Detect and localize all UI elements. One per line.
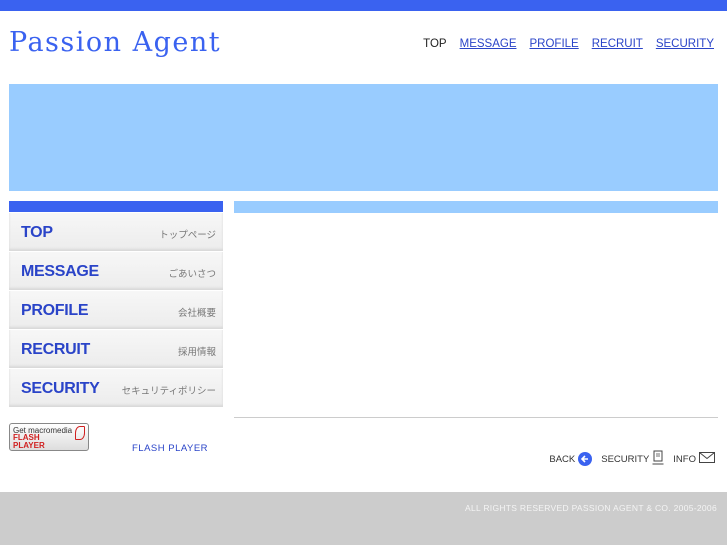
flash-badge-line2: FLASH PLAYER [13,433,45,450]
back-label: BACK [549,453,576,465]
security-doc-icon [652,450,664,468]
sidebar-item-label: MESSAGE [21,263,99,280]
copyright-text: ALL RIGHTS RESERVED PASSION AGENT & CO. … [464,503,717,513]
top-nav-recruit[interactable]: RECRUIT [592,38,643,50]
content-divider [234,417,718,418]
sidebar-item-sublabel: トップページ [159,230,216,241]
top-nav-message[interactable]: MESSAGE [460,38,517,50]
sidebar-menu: TOP トップページ MESSAGE ごあいさつ PROFILE 会社概要 RE… [9,213,223,408]
flash-logo-icon [75,426,85,440]
sidebar-item-sublabel: ごあいさつ [168,269,216,280]
flash-player-link[interactable]: FLASH PLAYER [132,443,208,454]
top-nav-top[interactable]: TOP [423,38,446,50]
sidebar-item-label: RECRUIT [21,341,91,358]
sidebar-item-label: PROFILE [21,302,89,319]
sidebar-item-recruit[interactable]: RECRUIT 採用情報 [9,330,223,369]
info-label: INFO [673,453,696,465]
security-link[interactable]: SECURITY [601,450,664,468]
sidebar-item-label: TOP [21,224,53,241]
sidebar-header-bar [9,201,223,212]
sidebar-item-label: SECURITY [21,380,100,397]
top-nav-security[interactable]: SECURITY [656,38,714,50]
security-label: SECURITY [601,453,650,465]
mail-icon [699,452,715,466]
sidebar-item-profile[interactable]: PROFILE 会社概要 [9,291,223,330]
top-nav: TOP MESSAGE PROFILE RECRUIT SECURITY [423,38,714,50]
hero-banner [9,84,718,191]
get-flash-player-badge[interactable]: Get macromedia FLASH PLAYER [9,423,89,451]
sidebar-item-security[interactable]: SECURITY セキュリティポリシー [9,369,223,408]
sidebar-item-message[interactable]: MESSAGE ごあいさつ [9,252,223,291]
sidebar-item-sublabel: 会社概要 [177,308,216,319]
top-accent-bar [0,0,727,11]
info-link[interactable]: INFO [673,452,715,466]
back-arrow-icon [578,452,593,466]
sidebar-item-sublabel: 採用情報 [177,347,216,358]
back-link[interactable]: BACK [549,452,593,466]
sidebar-item-top[interactable]: TOP トップページ [9,213,223,252]
bottom-links: BACK SECURITY INFO [549,450,715,468]
sidebar-item-sublabel: セキュリティポリシー [121,386,216,397]
site-logo[interactable]: Passion Agent [9,27,221,58]
content-header-bar [234,201,718,213]
top-nav-profile[interactable]: PROFILE [530,38,579,50]
footer: ALL RIGHTS RESERVED PASSION AGENT & CO. … [0,492,727,545]
